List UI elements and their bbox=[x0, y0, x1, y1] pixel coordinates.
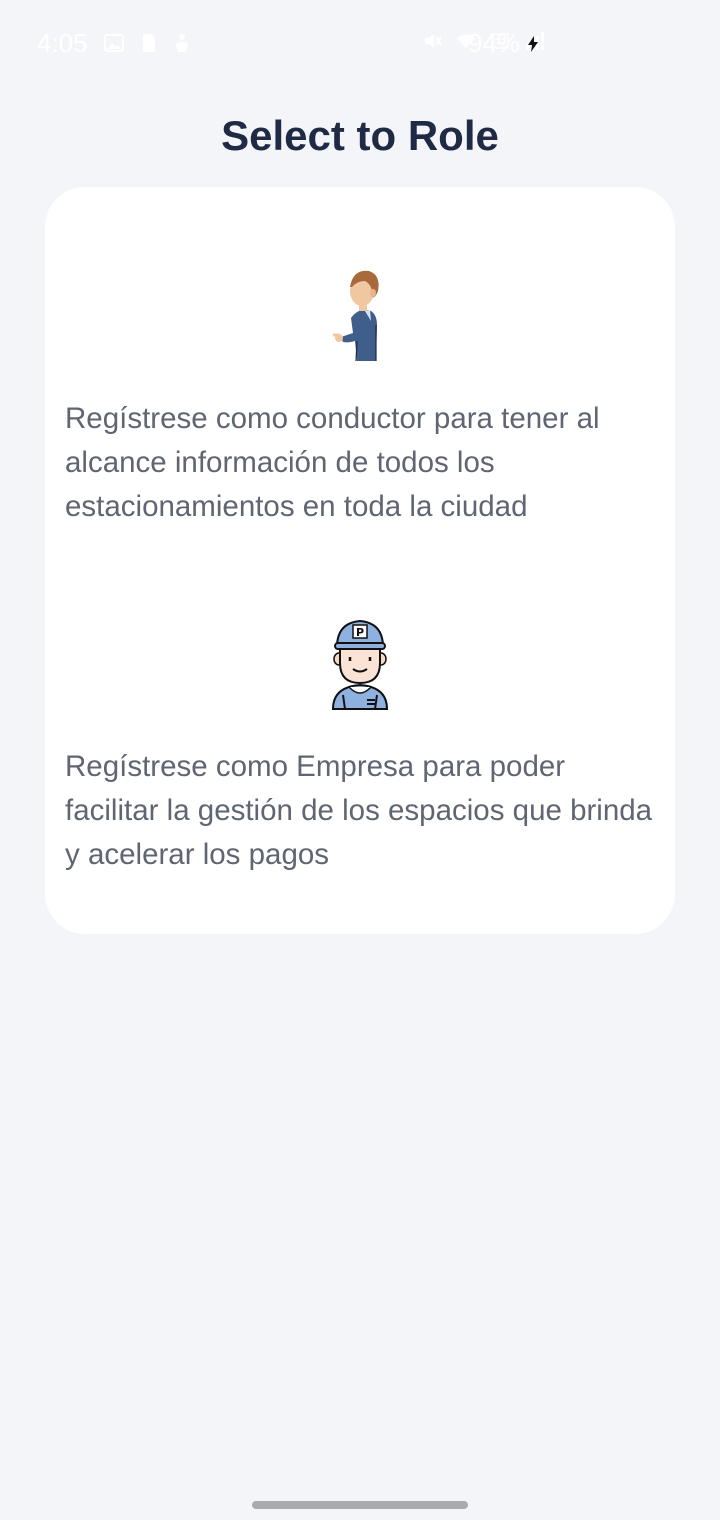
parking-attendant-avatar-icon: P bbox=[331, 619, 389, 710]
status-time: 4:05 bbox=[37, 28, 88, 58]
role-option-driver[interactable]: Regístrese como conductor para tener al … bbox=[45, 247, 675, 537]
role-option-company[interactable]: P Regístrese como Empresa para poder fac… bbox=[45, 597, 675, 897]
status-icons-left bbox=[104, 32, 192, 54]
driver-role-description: Regístrese como conductor para tener al … bbox=[65, 402, 600, 523]
page-title: Select to Role bbox=[221, 112, 499, 160]
svg-text:P: P bbox=[356, 626, 364, 639]
status-bar: 4:05 94% bbox=[0, 0, 720, 88]
mute-icon bbox=[425, 34, 442, 48]
company-role-description: Regístrese como Empresa para poder facil… bbox=[65, 750, 653, 871]
role-selection-card: Regístrese como conductor para tener al … bbox=[45, 187, 675, 934]
gallery-icon bbox=[104, 34, 124, 52]
accessibility-icon bbox=[176, 34, 188, 52]
home-indicator[interactable] bbox=[252, 1501, 468, 1509]
charging-icon bbox=[528, 36, 538, 52]
driver-avatar-icon bbox=[333, 270, 379, 362]
battery-level: 94% bbox=[468, 28, 521, 58]
sim-icon bbox=[143, 34, 155, 52]
